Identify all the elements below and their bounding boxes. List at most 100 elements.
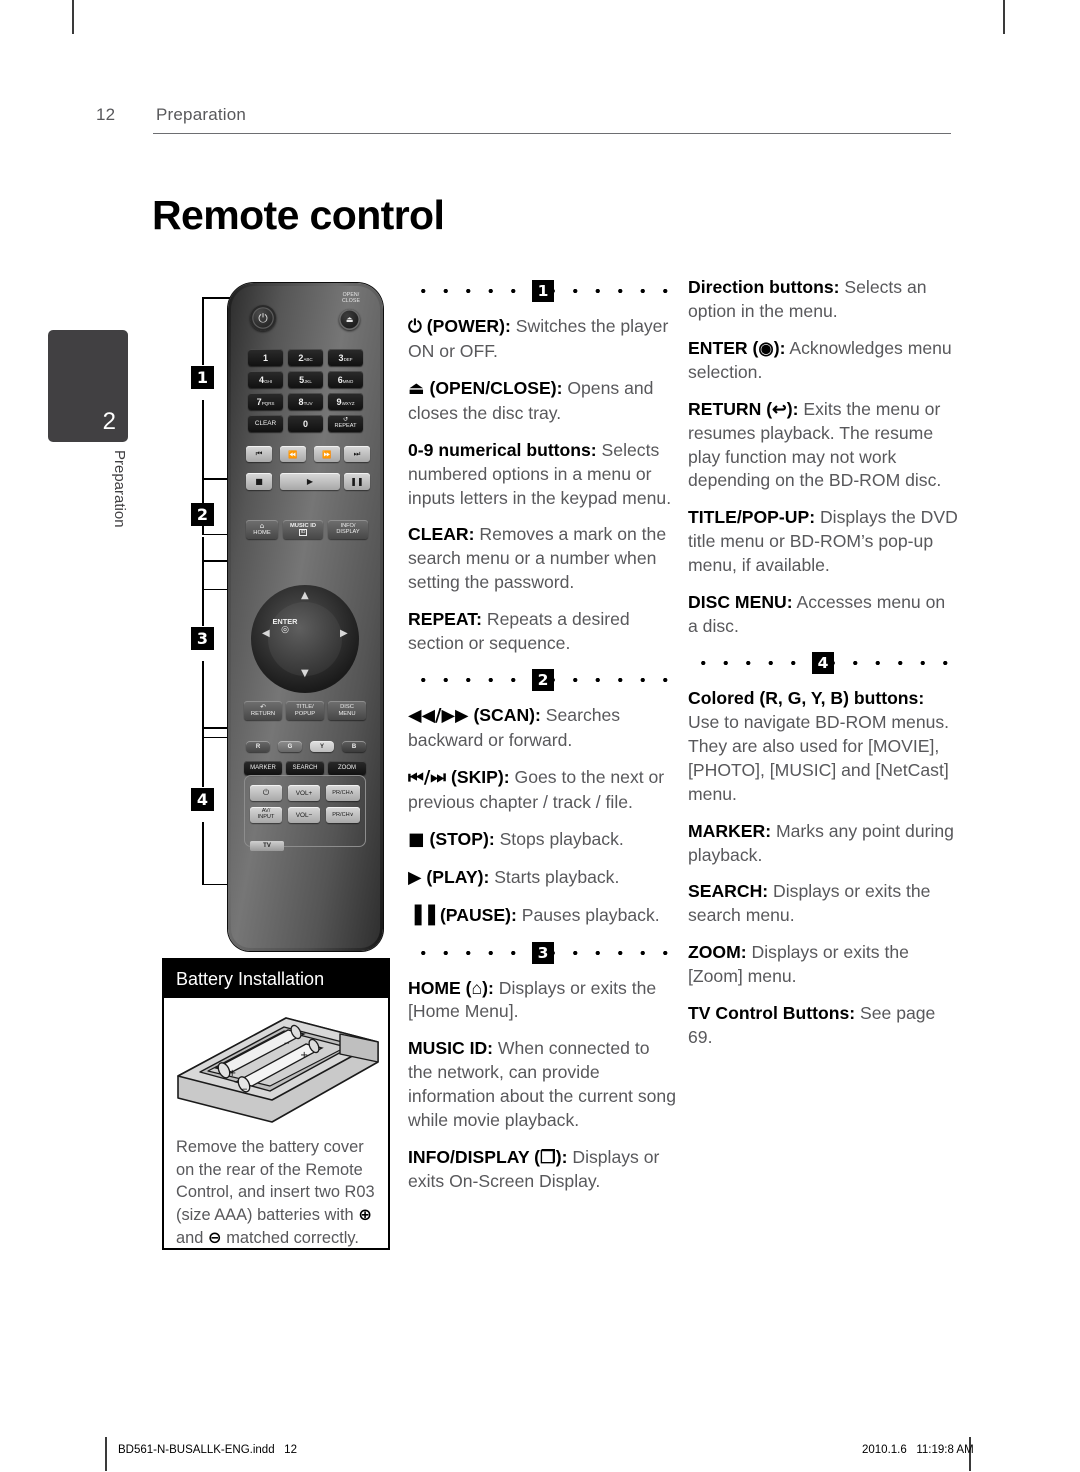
entry-stop-desc: Stops playback. — [494, 828, 624, 849]
footer-timestamp: 2010.1.6 11:19:8 AM — [862, 1444, 974, 1456]
svg-text:–: – — [284, 1036, 290, 1049]
remote-key-color-green: G — [278, 741, 302, 752]
remote-key-skip-back: ⏮ — [246, 446, 272, 462]
remote-key-disc-menu: DISC MENU — [328, 701, 366, 720]
header-rule — [153, 133, 951, 135]
divider3-dots-left — [408, 941, 532, 964]
divider-badge-1: 1 — [532, 280, 554, 302]
eject-glyph: ⏏ — [408, 378, 425, 399]
scan-glyph: ◀◀/▶▶ — [408, 706, 469, 727]
minus-icon: ⊖ — [207, 1227, 222, 1247]
remote-key-clear: CLEAR — [248, 415, 283, 432]
entry-tv-control-term: TV Control Buttons: — [688, 1003, 856, 1024]
entry-skip-term: (SKIP): — [446, 766, 510, 787]
remote-key-scan-fwd: ⏩ — [314, 446, 340, 462]
battery-text-b: and — [176, 1228, 208, 1247]
remote-key-6: 6 MNO — [328, 371, 363, 388]
remote-key-pause: ❚❚ — [344, 473, 370, 490]
remote-key-5: 5 JKL — [288, 371, 323, 388]
entry-power: ⏻ (POWER): Switches the player ON or OFF… — [408, 315, 678, 364]
remote-key-prch-down: PR/CH∨ — [326, 807, 360, 823]
chapter-tab-number: 2 — [102, 408, 116, 435]
entry-clear: CLEAR: Removes a mark on the search menu… — [408, 523, 678, 595]
power-glyph: ⏻ — [408, 317, 422, 337]
header-section-name: Preparation — [156, 105, 247, 124]
middle-text-column: 1 ⏻ (POWER): Switches the player ON or O… — [408, 276, 678, 1207]
dpad-right-icon: ▶ — [340, 628, 348, 639]
remote-key-av-input: AV/INPUT — [250, 807, 282, 823]
crop-mark-top-right — [1003, 0, 1005, 34]
entry-open-close-term: (OPEN/CLOSE): — [424, 377, 563, 398]
entry-power-term: (POWER): — [421, 316, 511, 336]
divider-dots-left — [408, 280, 532, 302]
remote-key-scan-back: ⏪ — [280, 446, 306, 462]
entry-zoom-term: ZOOM: — [688, 942, 747, 963]
remote-key-enter: ENTER ◎ — [272, 617, 298, 636]
entry-music-id: MUSIC ID: When connected to the network,… — [408, 1037, 678, 1133]
remote-key-marker: MARKER — [244, 761, 282, 775]
entry-scan: ◀◀/▶▶ (SCAN): Searches backward or forwa… — [408, 704, 678, 753]
entry-colored-buttons-desc: Use to navigate BD-ROM menus. They are a… — [688, 711, 950, 804]
skip-glyph: ⏮/⏭ — [408, 767, 447, 788]
remote-key-vol-up: VOL+ — [288, 785, 320, 801]
entry-numerical-term: 0-9 numerical buttons: — [408, 439, 597, 460]
callout-badge-1: 1 — [191, 366, 214, 389]
remote-key-title-popup: TITLE/POPUP — [286, 701, 324, 720]
remote-key-8: 8 TUV — [288, 393, 323, 410]
battery-illustration: + – – + — [164, 998, 388, 1134]
page-title: Remote control — [152, 192, 445, 238]
entry-enter: ENTER (◉): Acknowledges menu selection. — [688, 337, 958, 385]
right-text-column: Direction buttons: Selects an option in … — [688, 276, 958, 1063]
remote-key-9: 9 WXYZ — [328, 393, 363, 410]
entry-direction: Direction buttons: Selects an option in … — [688, 276, 958, 324]
remote-key-7: 7 PQRS — [248, 393, 283, 410]
chapter-tab-label: Preparation — [111, 450, 128, 528]
battery-box-title: Battery Installation — [164, 960, 388, 998]
remote-key-zoom: ZOOM — [328, 761, 366, 775]
callout-badge-4: 4 — [191, 788, 214, 811]
remote-key-prch-up: PR/CH∧ — [326, 785, 360, 801]
callout-badge-3: 3 — [191, 627, 214, 650]
section-divider-2: 2 — [408, 669, 678, 692]
entry-play-term: (PLAY): — [421, 866, 490, 887]
entry-title-popup-term: TITLE/POP-UP: — [688, 507, 816, 528]
remote-key-0: 0 — [288, 415, 323, 432]
remote-key-search: SEARCH — [286, 761, 324, 775]
crop-mark-top-left — [72, 0, 74, 34]
entry-disc-menu: DISC MENU: Accesses menu on a disc. — [688, 591, 958, 639]
remote-key-color-yellow: Y — [310, 741, 334, 752]
play-glyph: ▶ — [408, 867, 422, 888]
remote-key-4: 4 GHI — [248, 371, 283, 388]
divider-badge-4: 4 — [812, 651, 834, 674]
callout-badge-2: 2 — [191, 503, 214, 526]
remote-key-vol-down: VOL− — [288, 807, 320, 823]
callout-bracket-4: 4 — [188, 727, 230, 887]
entry-marker-term: MARKER: — [688, 820, 772, 841]
entry-info-display: INFO/DISPLAY (❐): Displays or exits On-S… — [408, 1146, 678, 1194]
eject-button-icon: ⏏ — [339, 309, 360, 330]
section-divider-3: 3 — [408, 941, 678, 964]
entry-repeat: REPEAT: Repeats a desired section or seq… — [408, 608, 678, 656]
divider-badge-3: 3 — [532, 941, 554, 964]
entry-return-term: RETURN (↩): — [688, 398, 799, 419]
entry-enter-term: ENTER (◉): — [688, 337, 786, 358]
power-button-icon: ⏻ — [250, 305, 276, 331]
crop-mark-bottom-left — [105, 1437, 107, 1471]
tv-group-label: TV — [250, 841, 284, 851]
battery-text-a: Remove the battery cover on the rear of … — [176, 1138, 375, 1224]
divider4-dots-right — [834, 651, 958, 674]
entry-home-term: HOME (⌂): — [408, 977, 494, 998]
entry-info-display-term: INFO/DISPLAY (❐): — [408, 1147, 568, 1168]
footer-filename: BD561-N-BUSALLK-ENG.indd 12 — [118, 1444, 297, 1456]
callout-bracket-3: 3 — [188, 560, 230, 740]
page-header: 12 Preparation — [96, 105, 951, 125]
entry-pause-term: (PAUSE): — [435, 904, 517, 925]
remote-key-color-blue: B — [342, 741, 366, 752]
entry-zoom: ZOOM: Displays or exits the [Zoom] menu. — [688, 941, 958, 989]
divider4-dots-left — [688, 651, 812, 674]
divider-dots-right — [554, 280, 678, 302]
divider2-dots-left — [408, 669, 532, 692]
divider2-dots-right — [554, 669, 678, 692]
entry-repeat-term: REPEAT: — [408, 609, 482, 630]
svg-text:+: + — [300, 1050, 308, 1061]
